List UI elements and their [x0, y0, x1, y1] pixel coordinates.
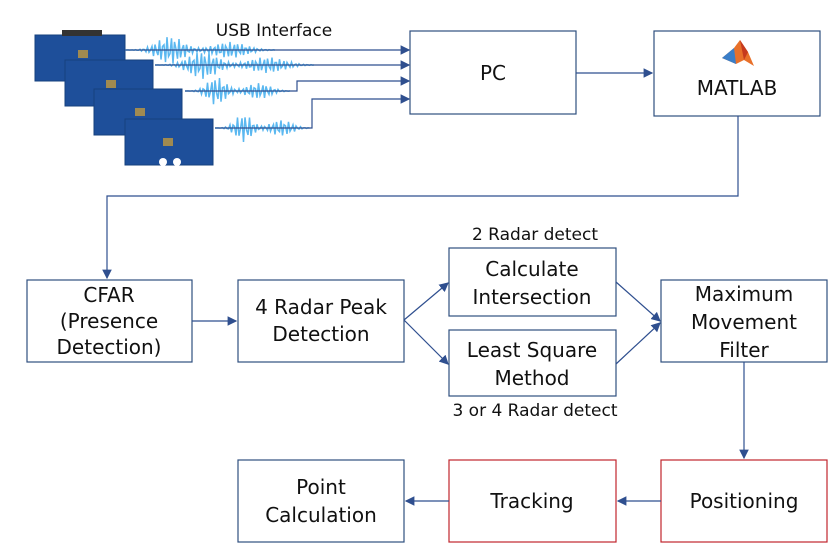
pc-box: PC [409, 30, 577, 115]
radar-pipeline-diagram: USB Interface PC MATLAB CFAR (Presence D… [26, 21, 828, 543]
max-filter-label-1: Maximum [695, 282, 794, 306]
intersection-box: Calculate Intersection [448, 247, 617, 317]
cfar-label-1: CFAR [83, 283, 134, 307]
three-four-radar-note: 3 or 4 Radar detect [452, 401, 617, 421]
point-label-2: Calculation [265, 503, 377, 527]
point-label-1: Point [296, 475, 346, 499]
tracking-label: Tracking [489, 489, 573, 513]
positioning-label: Positioning [690, 489, 799, 513]
cfar-label-3: Detection) [57, 335, 162, 359]
intersection-label-1: Calculate [485, 257, 578, 281]
peak-detection-box: 4 Radar Peak Detection [237, 279, 405, 363]
cfar-box: CFAR (Presence Detection) [26, 279, 193, 363]
point-calculation-box: Point Calculation [237, 459, 405, 543]
intersection-label-2: Intersection [473, 285, 592, 309]
peak-label-1: 4 Radar Peak [255, 295, 387, 319]
least-square-label-2: Method [494, 366, 569, 390]
least-square-box: Least Square Method [448, 329, 617, 397]
pc-label: PC [480, 61, 506, 85]
max-filter-label-3: Filter [719, 338, 769, 362]
signal-wave-4 [215, 117, 310, 143]
matlab-label: MATLAB [697, 76, 778, 100]
least-square-label-1: Least Square [467, 338, 597, 362]
positioning-box: Positioning [660, 459, 828, 543]
tracking-box: Tracking [448, 459, 617, 543]
max-movement-filter-box: Maximum Movement Filter [660, 279, 828, 363]
matlab-box: MATLAB [653, 30, 821, 117]
two-radar-note: 2 Radar detect [472, 225, 598, 245]
usb-interface-label: USB Interface [216, 21, 332, 41]
peak-label-2: Detection [272, 322, 369, 346]
max-filter-label-2: Movement [691, 310, 797, 334]
cfar-label-2: (Presence [60, 309, 158, 333]
